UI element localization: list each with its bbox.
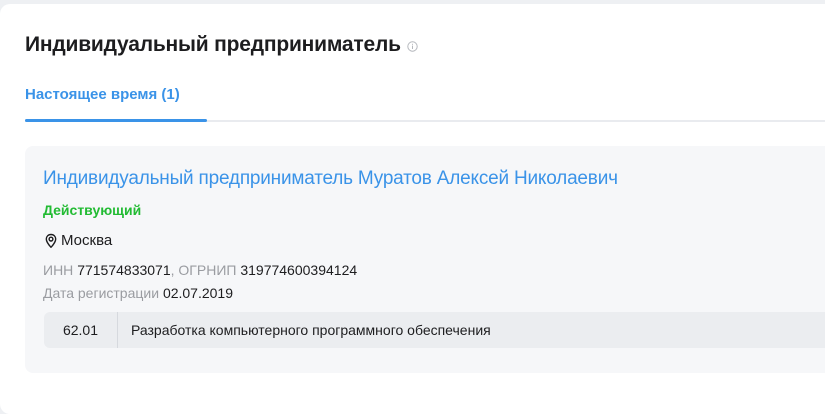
ip-entry-card: Индивидуальный предприниматель Муратов А… bbox=[25, 146, 825, 373]
section-header: Индивидуальный предприниматель bbox=[25, 33, 418, 57]
ids-separator: , bbox=[170, 262, 175, 278]
okved-activity-row: 62.01 Разработка компьютерного программн… bbox=[44, 312, 825, 348]
tab-current-time-label: Настоящее время (1) bbox=[25, 86, 180, 103]
map-pin-icon bbox=[43, 233, 59, 249]
inn-value: 771574833071 bbox=[77, 262, 171, 278]
ip-section-card: Индивидуальный предприниматель Настоящее… bbox=[0, 4, 825, 414]
section-title: Индивидуальный предприниматель bbox=[25, 33, 401, 56]
location-row: Москва bbox=[43, 232, 112, 249]
info-circle-icon[interactable] bbox=[407, 40, 418, 52]
period-tabs: Настоящее время (1) bbox=[25, 86, 825, 122]
ogrnip-value: 319774600394124 bbox=[240, 262, 358, 278]
reg-date-value: 02.07.2019 bbox=[162, 285, 234, 301]
okved-description: Разработка компьютерного программного об… bbox=[131, 322, 491, 338]
reg-date-label: Дата регистрации bbox=[43, 285, 160, 301]
ogrnip-label: ОГРНИП bbox=[178, 262, 237, 278]
registration-ids: ИНН 771574833071, ОГРНИП 319774600394124 bbox=[43, 262, 357, 278]
tab-current-time[interactable]: Настоящее время (1) bbox=[25, 86, 180, 118]
registration-date-row: Дата регистрации 02.07.2019 bbox=[43, 285, 233, 301]
status-badge: Действующий bbox=[43, 202, 142, 218]
active-tab-indicator bbox=[25, 119, 207, 122]
okved-code: 62.01 bbox=[44, 312, 118, 348]
entry-name-link[interactable]: Индивидуальный предприниматель Муратов А… bbox=[43, 168, 618, 190]
location-text: Москва bbox=[61, 232, 113, 249]
inn-label: ИНН bbox=[43, 262, 74, 278]
